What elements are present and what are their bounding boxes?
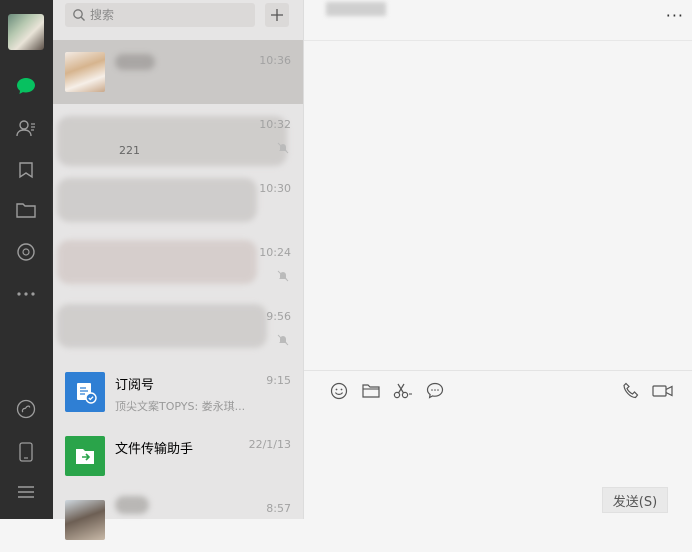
chat-list-item[interactable]: 10:30 bbox=[53, 168, 303, 232]
more-options-button[interactable]: ··· bbox=[666, 6, 684, 25]
chat-name: 订阅号 bbox=[115, 378, 155, 393]
phone-icon[interactable] bbox=[14, 440, 38, 464]
chat-time: 8:57 bbox=[266, 502, 291, 515]
contacts-icon[interactable] bbox=[14, 116, 38, 140]
scissors-icon[interactable] bbox=[392, 380, 414, 402]
chat-list-item-file-helper[interactable]: 文件传输助手 22/1/13 bbox=[53, 424, 303, 488]
search-bar[interactable] bbox=[65, 3, 255, 27]
video-call-icon[interactable] bbox=[652, 380, 674, 402]
file-helper-icon bbox=[65, 436, 105, 476]
wechat-window: 10:36 10:32 221 10:30 10:24 9:56 bbox=[0, 0, 692, 540]
more-icon[interactable] bbox=[14, 282, 38, 306]
favorites-icon[interactable] bbox=[14, 158, 38, 182]
chat-list-panel: 10:36 10:32 221 10:30 10:24 9:56 bbox=[53, 0, 304, 540]
chat-time: 9:56 bbox=[266, 310, 291, 323]
chat-time: 10:24 bbox=[259, 246, 291, 259]
folder-icon[interactable] bbox=[360, 380, 382, 402]
chat-list-item[interactable]: 10:36 bbox=[53, 40, 303, 104]
blurred-name bbox=[115, 496, 149, 514]
blurred-content bbox=[57, 304, 267, 348]
chat-preview: 221 bbox=[119, 144, 140, 157]
chat-time: 10:32 bbox=[259, 118, 291, 131]
muted-bell-icon bbox=[277, 142, 289, 154]
chat-list-item-subscriptions[interactable]: 订阅号 9:15 顶尖文案TOPYS: 娄永琪... bbox=[53, 360, 303, 424]
sidebar-rail bbox=[0, 0, 53, 519]
chat-time: 22/1/13 bbox=[248, 438, 291, 451]
blurred-chat-title bbox=[326, 2, 386, 16]
plus-icon bbox=[271, 9, 283, 21]
blurred-content bbox=[57, 116, 287, 166]
chat-list-item[interactable]: 10:24 bbox=[53, 232, 303, 296]
send-button[interactable]: 发送(S) bbox=[602, 487, 668, 513]
folder-icon[interactable] bbox=[14, 198, 38, 222]
subscription-icon bbox=[65, 372, 105, 412]
chat-time: 10:36 bbox=[259, 54, 291, 67]
blurred-content bbox=[57, 178, 257, 222]
chat-list-item[interactable]: 9:56 bbox=[53, 296, 303, 360]
muted-bell-icon bbox=[277, 270, 289, 282]
add-button[interactable] bbox=[265, 3, 289, 27]
chat-time: 10:30 bbox=[259, 182, 291, 195]
muted-bell-icon bbox=[277, 334, 289, 346]
chat-time: 9:15 bbox=[266, 374, 291, 387]
menu-icon[interactable] bbox=[14, 480, 38, 504]
search-input[interactable] bbox=[90, 8, 240, 22]
chat-bubble-icon[interactable] bbox=[14, 74, 38, 98]
avatar[interactable] bbox=[8, 14, 44, 50]
mini-program-icon[interactable] bbox=[14, 397, 38, 421]
conversation-header: ··· bbox=[304, 0, 692, 41]
conversation-panel: ··· 发送(S) bbox=[304, 0, 692, 519]
chat-preview: 顶尖文案TOPYS: 娄永琪... bbox=[115, 400, 246, 413]
chat-list-item[interactable]: 8:57 bbox=[53, 488, 303, 552]
moments-icon[interactable] bbox=[14, 240, 38, 264]
compose-divider bbox=[304, 370, 692, 371]
chat-name: 文件传输助手 bbox=[115, 442, 194, 457]
phone-call-icon[interactable] bbox=[620, 380, 642, 402]
blurred-name bbox=[115, 54, 155, 70]
compose-toolbar bbox=[304, 380, 692, 408]
speech-bubble-icon[interactable] bbox=[424, 380, 446, 402]
search-icon bbox=[73, 9, 85, 21]
chat-list-item[interactable]: 10:32 221 bbox=[53, 104, 303, 168]
avatar bbox=[65, 500, 105, 540]
blurred-content bbox=[57, 240, 257, 284]
avatar bbox=[65, 52, 105, 92]
emoji-icon[interactable] bbox=[328, 380, 350, 402]
